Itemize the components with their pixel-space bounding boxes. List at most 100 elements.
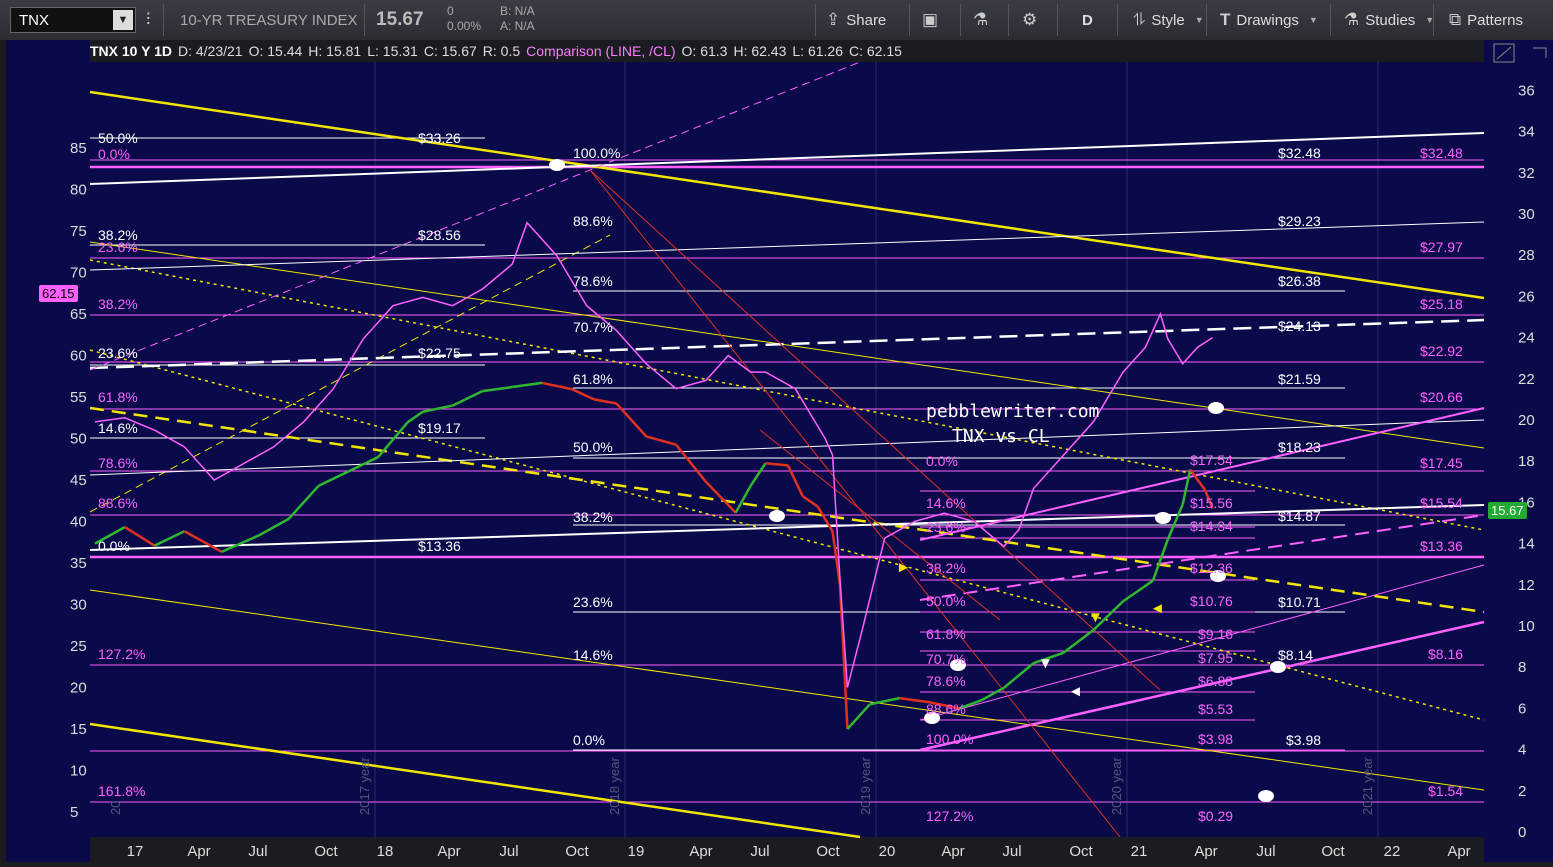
style-icon: ⥮: [1133, 10, 1146, 29]
divider: [1008, 4, 1009, 36]
year-label: 2020 year: [1109, 757, 1124, 815]
left-axis-tick: 50: [70, 431, 87, 448]
magenta-fib-label: 88.6%: [926, 701, 966, 717]
legend-comp-high: H: 62.43: [733, 43, 787, 59]
last-price-tag: 15.67: [1488, 502, 1527, 519]
circle-marker: [1258, 790, 1274, 802]
right-axis-tick: 30: [1518, 206, 1535, 223]
toolbar: TNX ▼ ⫶ 10-YR TREASURY INDEX 15.67 0 0.0…: [0, 0, 1553, 41]
left-axis-tick: 80: [70, 182, 87, 199]
left-axis-tick: 20: [70, 680, 87, 697]
divider: [1057, 4, 1058, 36]
right-axis-tick: 18: [1518, 453, 1535, 470]
divider: [1206, 4, 1207, 36]
fib-label: 78.6%: [573, 273, 613, 289]
settings-button[interactable]: ⚙: [1022, 0, 1037, 40]
legend-comparison: Comparison (LINE, /CL): [526, 43, 676, 59]
magenta-price-label: $27.97: [1420, 239, 1463, 255]
legend-high: H: 15.81: [308, 43, 362, 59]
aggregation-button[interactable]: D: [1082, 0, 1093, 40]
magenta-price-label: $13.36: [1420, 538, 1463, 554]
legend-comp-open: O: 61.3: [681, 43, 728, 59]
x-axis-tick: Apr: [437, 843, 460, 860]
watermark-line-2: TNX vs CL: [952, 426, 1050, 447]
x-axis-tick: 18: [377, 843, 394, 860]
net-change: 0: [447, 4, 454, 18]
x-axis-tick: 17: [127, 843, 144, 860]
patterns-button[interactable]: ⧉ Patterns: [1449, 0, 1523, 40]
watermark-text: pebblewriter.com TNX vs CL: [926, 399, 1099, 449]
left-axis-tick: 25: [70, 638, 87, 655]
fib-label: 88.6%: [573, 213, 613, 229]
price-label: $26.38: [1278, 273, 1321, 289]
chart-area[interactable]: 50.0% 0.0% 38.2% 23.6% 38.2% 23.6% 61.8% 14.6% 7…: [0, 40, 1553, 862]
share-icon: ⇪: [826, 10, 841, 29]
right-axis-panel: [1484, 40, 1553, 862]
price-label: $33.26: [418, 130, 461, 146]
flask-button[interactable]: ⚗: [973, 0, 988, 40]
magenta-fib-label: 23.6%: [926, 519, 966, 535]
magenta-price-label: $9.16: [1198, 626, 1233, 642]
chart-svg[interactable]: 50.0%0.0%38.2%23.6%38.2%23.6%61.8%14.6%7…: [0, 40, 1553, 862]
grip-icon[interactable]: ⫶: [146, 0, 150, 40]
left-axis-tick: 15: [70, 721, 87, 738]
right-axis-tick: 36: [1518, 82, 1535, 99]
caret-icon: ▼: [1308, 15, 1318, 25]
year-label: 2017 year: [357, 757, 372, 815]
flask-icon: ⚗: [1344, 10, 1360, 29]
right-axis-tick: 0: [1518, 824, 1526, 841]
camera-icon: ▣: [922, 10, 939, 29]
right-axis-tick: 10: [1518, 618, 1535, 635]
right-axis-tick: 20: [1518, 412, 1535, 429]
symbol-text: TNX: [19, 11, 49, 29]
magenta-price-label: $1.54: [1428, 783, 1463, 799]
magenta-price-label: $15.54: [1420, 495, 1463, 511]
drawings-button[interactable]: T Drawings ▼: [1220, 0, 1318, 40]
right-axis-tick: 12: [1518, 577, 1535, 594]
circle-marker: [549, 159, 565, 171]
arrow-icon: ◄: [1068, 683, 1083, 700]
share-button[interactable]: ⇪ Share: [826, 0, 886, 40]
right-axis-tick: 2: [1518, 783, 1526, 800]
year-label: 2019 year: [858, 757, 873, 815]
fib-label: 23.6%: [573, 594, 613, 610]
dropdown-icon[interactable]: ▼: [113, 10, 133, 30]
fib-label: 50.0%: [573, 439, 613, 455]
style-button[interactable]: ⥮ Style ▼: [1133, 0, 1204, 40]
year-label: 20: [108, 801, 123, 815]
right-axis-tick: 32: [1518, 165, 1535, 182]
symbol-selector[interactable]: TNX ▼: [10, 7, 136, 33]
x-axis-tick: Oct: [1069, 843, 1093, 860]
percent-change: 0.00%: [447, 19, 482, 33]
arrow-icon: ▼: [1088, 609, 1103, 626]
left-axis-panel: [6, 40, 90, 862]
screenshot-button[interactable]: ▣: [922, 0, 938, 40]
fib-label: 50.0%: [98, 130, 138, 146]
share-label: Share: [846, 11, 887, 29]
legend-close: C: 15.67: [423, 43, 477, 59]
legend-date: D: 4/23/21: [177, 43, 243, 59]
patterns-icon: ⧉: [1449, 10, 1462, 29]
left-axis-tick: 40: [70, 514, 87, 531]
patterns-label: Patterns: [1467, 11, 1524, 29]
left-axis-tick: 75: [70, 223, 87, 240]
caret-icon: ▼: [1194, 15, 1204, 25]
x-axis-tick: Oct: [816, 843, 840, 860]
x-axis-tick: Apr: [1447, 843, 1470, 860]
x-axis-tick: Jul: [1256, 843, 1275, 860]
fib-label: 78.6%: [98, 455, 138, 471]
bid: B: N/A: [500, 4, 535, 18]
chart-legend: TNX 10 Y 1D D: 4/23/21 O: 15.44 H: 15.81…: [90, 41, 902, 61]
aggregation-label: D: [1082, 11, 1093, 29]
magenta-price-label: $17.54: [1190, 452, 1233, 468]
divider: [1433, 4, 1434, 36]
right-axis-tick: 28: [1518, 247, 1535, 264]
circle-marker: [1208, 402, 1224, 414]
watermark-line-1: pebblewriter.com: [926, 401, 1100, 422]
divider: [960, 4, 961, 36]
x-axis-tick: Jul: [248, 843, 267, 860]
magenta-fib-label: 100.0%: [926, 731, 973, 747]
right-axis-tick: 8: [1518, 659, 1526, 676]
magenta-fib-label: 78.6%: [926, 673, 966, 689]
studies-button[interactable]: ⚗ Studies ▼: [1344, 0, 1434, 40]
